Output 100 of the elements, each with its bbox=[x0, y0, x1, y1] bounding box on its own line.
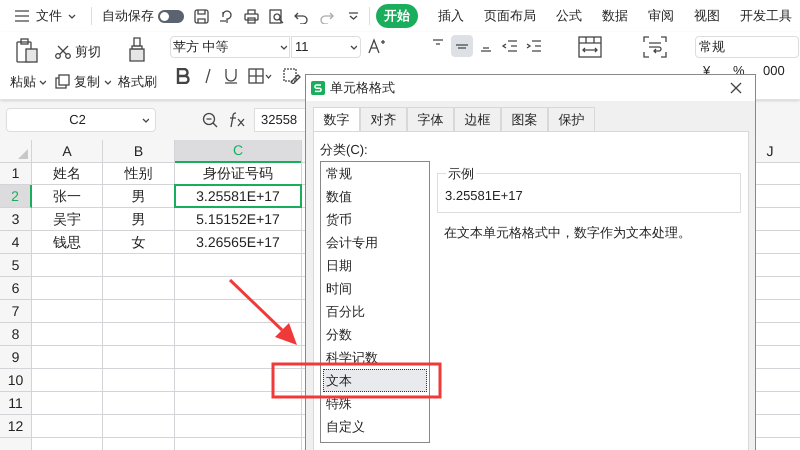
table-cell[interactable]: 男 bbox=[132, 208, 146, 230]
clear-format-icon[interactable] bbox=[283, 68, 301, 84]
table-cell[interactable]: 身份证号码 bbox=[203, 162, 273, 184]
grid-cell[interactable] bbox=[32, 369, 103, 392]
table-cell[interactable]: 姓名 bbox=[53, 162, 81, 184]
function-icon[interactable] bbox=[228, 112, 246, 128]
grid-cell[interactable] bbox=[103, 277, 175, 300]
table-cell[interactable]: 男 bbox=[132, 186, 146, 206]
table-cell[interactable]: 5.15152E+17 bbox=[196, 208, 280, 230]
preview-icon[interactable] bbox=[269, 8, 284, 24]
dialog-tab[interactable]: 图案 bbox=[501, 107, 548, 132]
row-header[interactable]: 6 bbox=[0, 277, 32, 300]
caret-icon[interactable] bbox=[68, 12, 77, 20]
grid-cell[interactable] bbox=[103, 369, 175, 392]
table-cell[interactable]: 张一 bbox=[53, 186, 81, 206]
grid-cell[interactable] bbox=[103, 346, 175, 369]
format-painter-button[interactable]: 格式刷 bbox=[118, 72, 157, 92]
ribbon-tab[interactable]: 公式 bbox=[556, 4, 582, 28]
dialog-tab[interactable]: 数字 bbox=[313, 107, 360, 132]
grid-cell[interactable] bbox=[103, 323, 175, 346]
dialog-tab[interactable]: 字体 bbox=[407, 107, 454, 132]
grid-cell[interactable] bbox=[103, 392, 175, 415]
row-header[interactable]: 5 bbox=[0, 254, 32, 277]
row-header[interactable]: 11 bbox=[0, 392, 32, 415]
menu-icon[interactable] bbox=[14, 9, 30, 23]
category-item[interactable]: 百分比 bbox=[323, 300, 427, 323]
table-cell[interactable]: 女 bbox=[132, 232, 146, 252]
export-icon[interactable] bbox=[219, 8, 234, 24]
ribbon-tab[interactable]: 插入 bbox=[438, 4, 464, 28]
row-header[interactable]: 12 bbox=[0, 415, 32, 438]
category-item[interactable]: 数值 bbox=[323, 185, 427, 208]
grid-cell[interactable] bbox=[32, 277, 103, 300]
print-icon[interactable] bbox=[244, 8, 259, 24]
paste-icon[interactable] bbox=[15, 38, 39, 64]
grid-cell[interactable] bbox=[103, 300, 175, 323]
grow-font-icon[interactable] bbox=[368, 38, 386, 54]
align-middle-icon[interactable] bbox=[451, 35, 473, 57]
grid-cell[interactable] bbox=[32, 300, 103, 323]
table-cell[interactable]: 吴宇 bbox=[53, 208, 81, 230]
grid-cell[interactable] bbox=[32, 415, 103, 438]
table-cell[interactable]: 钱思 bbox=[53, 232, 81, 252]
ribbon-tab[interactable]: 开发工具 bbox=[740, 4, 792, 28]
row-header[interactable]: 8 bbox=[0, 323, 32, 346]
name-box[interactable]: C2 bbox=[6, 108, 156, 132]
row-header[interactable]: 3 bbox=[0, 208, 32, 231]
category-item[interactable]: 常规 bbox=[323, 162, 427, 185]
copy-button[interactable]: 复制 bbox=[55, 72, 111, 92]
paste-button[interactable]: 粘贴 bbox=[10, 72, 46, 92]
row-header[interactable]: 4 bbox=[0, 231, 32, 254]
autosave-toggle[interactable] bbox=[158, 10, 184, 22]
file-menu[interactable]: 文件 bbox=[36, 6, 62, 26]
brush-icon[interactable] bbox=[127, 37, 147, 63]
number-format-button[interactable]: 000 bbox=[763, 64, 785, 78]
zoom-out-icon[interactable] bbox=[202, 112, 218, 128]
font-name-field[interactable]: 苹方 中等 bbox=[170, 36, 290, 58]
save-icon[interactable] bbox=[194, 8, 209, 24]
merge-center-icon[interactable] bbox=[578, 36, 602, 58]
more-icon[interactable] bbox=[348, 11, 359, 21]
column-header[interactable]: J bbox=[766, 140, 774, 162]
category-item[interactable]: 时间 bbox=[323, 277, 427, 300]
row-header[interactable]: 9 bbox=[0, 346, 32, 369]
category-item[interactable]: 自定义 bbox=[323, 415, 427, 438]
grid-cell[interactable] bbox=[175, 392, 302, 415]
borders-icon[interactable] bbox=[248, 68, 272, 84]
number-format-button[interactable]: ¥ bbox=[703, 64, 710, 78]
grid-cell[interactable] bbox=[103, 415, 175, 438]
font-size-field[interactable]: 11 bbox=[291, 36, 361, 58]
underline-icon[interactable] bbox=[224, 68, 238, 84]
grid-cell[interactable] bbox=[175, 369, 302, 392]
ribbon-tab[interactable]: 审阅 bbox=[648, 4, 674, 28]
category-item[interactable]: 日期 bbox=[323, 254, 427, 277]
category-item[interactable]: 分数 bbox=[323, 323, 427, 346]
grid-cell[interactable] bbox=[175, 277, 302, 300]
cut-button[interactable]: 剪切 bbox=[55, 42, 101, 62]
grid-cell[interactable] bbox=[32, 323, 103, 346]
dialog-tab[interactable]: 对齐 bbox=[360, 107, 407, 132]
category-item[interactable]: 文本 bbox=[323, 369, 427, 392]
wrap-text-icon[interactable] bbox=[643, 36, 667, 58]
close-icon[interactable] bbox=[730, 82, 742, 94]
grid-cell[interactable] bbox=[32, 254, 103, 277]
category-item[interactable]: 特殊 bbox=[323, 392, 427, 415]
column-header[interactable]: A bbox=[32, 140, 103, 163]
ribbon-tab[interactable]: 视图 bbox=[694, 4, 720, 28]
row-header[interactable]: 1 bbox=[0, 162, 32, 185]
row-header[interactable]: 7 bbox=[0, 300, 32, 323]
dialog-tab[interactable]: 边框 bbox=[454, 107, 501, 132]
grid-cell[interactable] bbox=[32, 392, 103, 415]
grid-cell[interactable] bbox=[175, 346, 302, 369]
table-cell[interactable]: 3.26565E+17 bbox=[196, 232, 280, 252]
category-item[interactable]: 货币 bbox=[323, 208, 427, 231]
italic-icon[interactable] bbox=[203, 68, 213, 84]
grid-cell[interactable] bbox=[175, 415, 302, 438]
grid-cell[interactable] bbox=[175, 300, 302, 323]
table-cell[interactable]: 3.25581E+17 bbox=[174, 184, 302, 208]
row-header[interactable]: 10 bbox=[0, 369, 32, 392]
ribbon-tab[interactable]: 页面布局 bbox=[484, 4, 536, 28]
ribbon-tab[interactable]: 数据 bbox=[602, 4, 628, 28]
grid-cell[interactable] bbox=[175, 254, 302, 277]
bold-icon[interactable] bbox=[176, 68, 190, 84]
grid-cell[interactable] bbox=[103, 254, 175, 277]
